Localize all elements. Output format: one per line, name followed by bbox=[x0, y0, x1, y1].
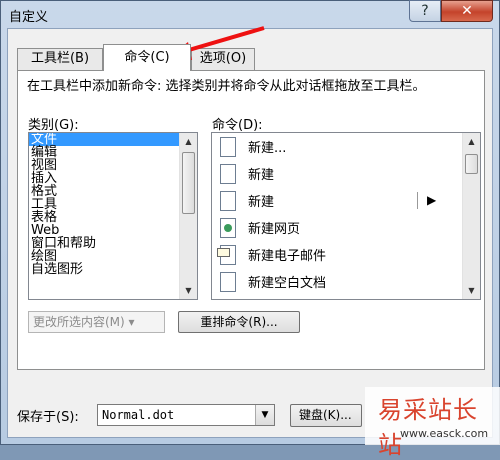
command-item[interactable]: 新建 ▶ bbox=[212, 187, 464, 214]
save-in-select[interactable]: Normal.dot bbox=[97, 404, 275, 426]
blank-document-icon bbox=[220, 136, 236, 157]
help-button[interactable]: ? bbox=[409, 0, 441, 22]
scroll-down-arrow-icon[interactable]: ▼ bbox=[180, 282, 197, 299]
tab-toolbars[interactable]: 工具栏(B) bbox=[17, 48, 103, 70]
commands-scrollbar[interactable]: ▲ ▼ bbox=[462, 133, 480, 299]
separator bbox=[417, 192, 418, 209]
list-item[interactable]: 自选图形 bbox=[29, 263, 181, 276]
categories-label: 类别(G): bbox=[28, 118, 79, 133]
modify-selection-button[interactable]: 更改所选内容(M) ▾ bbox=[28, 311, 165, 333]
scrollbar-thumb[interactable] bbox=[465, 154, 478, 174]
command-label: 新建空白文档 bbox=[248, 276, 327, 291]
rearrange-commands-button[interactable]: 重排命令(R)... bbox=[178, 311, 300, 333]
submenu-arrow-icon: ▶ bbox=[427, 193, 437, 207]
command-label: 新建 bbox=[248, 195, 275, 210]
chevron-down-icon[interactable]: ▼ bbox=[255, 405, 274, 425]
blank-document-icon bbox=[220, 271, 236, 292]
command-label: 新建 bbox=[248, 168, 275, 183]
scroll-up-arrow-icon[interactable]: ▲ bbox=[180, 133, 197, 150]
categories-list[interactable]: 文件 编辑 视图 插入 格式 工具 表格 Web 窗口和帮助 绘图 自选图形 ▲… bbox=[28, 132, 198, 300]
close-button[interactable]: ✕ bbox=[441, 0, 493, 22]
commands-list[interactable]: 新建... 新建 新建 ▶ 新建网页 新建电子邮件 新建空白文档 ▲ ▼ bbox=[211, 132, 481, 300]
scroll-up-arrow-icon[interactable]: ▲ bbox=[463, 133, 480, 150]
categories-scrollbar[interactable]: ▲ ▼ bbox=[179, 133, 197, 299]
scrollbar-thumb[interactable] bbox=[182, 152, 195, 214]
blank-document-icon bbox=[220, 163, 236, 184]
command-item[interactable]: 新建电子邮件 bbox=[212, 241, 464, 268]
commands-label: 命令(D): bbox=[212, 118, 263, 133]
command-label: 新建电子邮件 bbox=[248, 249, 327, 264]
blank-document-icon bbox=[220, 190, 236, 211]
command-label: 新建... bbox=[248, 141, 287, 156]
watermark-logo: 易采站长站 bbox=[378, 396, 478, 459]
command-item[interactable]: 新建空白文档 bbox=[212, 268, 464, 295]
command-item[interactable]: 新建网页 bbox=[212, 214, 464, 241]
web-page-icon bbox=[220, 217, 236, 238]
command-item[interactable]: 新建... bbox=[212, 133, 464, 160]
email-icon bbox=[217, 244, 236, 265]
window-title: 自定义 bbox=[9, 10, 49, 25]
command-item[interactable]: 新建 bbox=[212, 160, 464, 187]
command-label: 新建网页 bbox=[248, 222, 301, 237]
instruction-text: 在工具栏中添加新命令: 选择类别并将命令从此对话框拖放至工具栏。 bbox=[27, 79, 426, 94]
watermark-url: www.easck.com bbox=[400, 427, 489, 440]
scroll-down-arrow-icon[interactable]: ▼ bbox=[463, 282, 480, 299]
save-in-label: 保存于(S): bbox=[17, 410, 79, 425]
tab-commands[interactable]: 命令(C) bbox=[103, 44, 191, 71]
keyboard-button[interactable]: 键盘(K)... bbox=[290, 404, 362, 427]
